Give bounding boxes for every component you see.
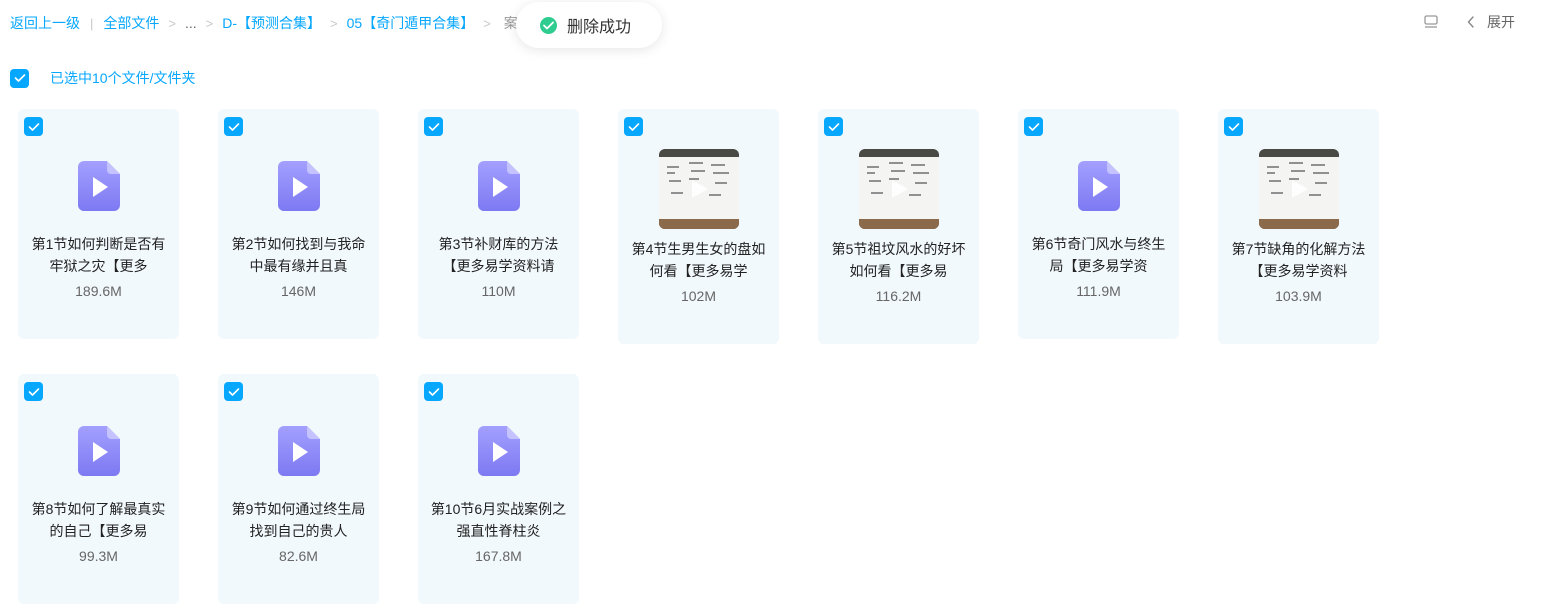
video-file-icon bbox=[478, 426, 520, 476]
file-card[interactable]: 第9节如何通过终生局找到自己的贵人 82.6M bbox=[218, 374, 379, 604]
breadcrumb-level1[interactable]: D-【预测合集】 bbox=[222, 13, 321, 33]
file-checkbox[interactable] bbox=[1224, 117, 1243, 136]
file-size: 99.3M bbox=[79, 548, 118, 564]
file-checkbox[interactable] bbox=[24, 382, 43, 401]
file-size: 103.9M bbox=[1275, 288, 1322, 304]
breadcrumb: 返回上一级 | 全部文件 > ... > D-【预测合集】 > 05【奇门遁甲合… bbox=[10, 13, 529, 33]
file-checkbox[interactable] bbox=[224, 117, 243, 136]
file-checkbox[interactable] bbox=[824, 117, 843, 136]
video-file-icon bbox=[78, 426, 120, 476]
file-name: 第5节祖坟风水的好坏如何看【更多易 bbox=[831, 241, 966, 279]
file-checkbox[interactable] bbox=[24, 117, 43, 136]
selection-count-text: 已选中10个文件/文件夹 bbox=[50, 70, 196, 86]
breadcrumb-level2[interactable]: 05【奇门遁甲合集】 bbox=[347, 13, 475, 33]
file-size: 110M bbox=[481, 283, 516, 299]
file-size: 189.6M bbox=[75, 283, 122, 299]
file-name: 第2节如何找到与我命中最有缘并且真 bbox=[231, 236, 366, 274]
file-checkbox[interactable] bbox=[424, 117, 443, 136]
file-name: 第10节6月实战案例之强直性脊柱炎 bbox=[430, 501, 567, 539]
breadcrumb-chevron-icon: > bbox=[483, 15, 491, 31]
success-check-icon bbox=[540, 16, 557, 34]
file-size: 167.8M bbox=[475, 548, 522, 564]
file-name: 第4节生男生女的盘如何看【更多易学 bbox=[631, 241, 766, 279]
file-card[interactable]: 第5节祖坟风水的好坏如何看【更多易 116.2M bbox=[818, 109, 979, 344]
breadcrumb-all-files[interactable]: 全部文件 bbox=[103, 13, 159, 33]
file-size: 111.9M bbox=[1076, 283, 1121, 299]
video-file-icon bbox=[78, 161, 120, 211]
file-card[interactable]: 第3节补财库的方法【更多易学资料请 110M bbox=[418, 109, 579, 339]
expand-label: 展开 bbox=[1487, 14, 1515, 30]
chevron-left-icon bbox=[1467, 16, 1475, 28]
expand-button[interactable]: 展开 bbox=[1467, 12, 1515, 32]
file-size: 82.6M bbox=[279, 548, 318, 564]
file-card[interactable]: 第8节如何了解最真实的自己【更多易 99.3M bbox=[18, 374, 179, 604]
file-size: 146M bbox=[280, 283, 317, 299]
video-file-icon bbox=[1078, 161, 1120, 211]
select-all-checkbox[interactable] bbox=[10, 68, 29, 88]
breadcrumb-chevron-icon: > bbox=[168, 15, 176, 31]
file-name: 第9节如何通过终生局找到自己的贵人 bbox=[231, 501, 366, 539]
selection-bar: 已选中10个文件/文件夹 bbox=[10, 68, 195, 88]
file-card[interactable]: 第2节如何找到与我命中最有缘并且真 146M bbox=[218, 109, 379, 339]
file-checkbox[interactable] bbox=[424, 382, 443, 401]
video-thumbnail bbox=[859, 149, 939, 229]
file-name: 第1节如何判断是否有牢狱之灾【更多 bbox=[31, 236, 166, 274]
top-bar: 返回上一级 | 全部文件 > ... > D-【预测合集】 > 05【奇门遁甲合… bbox=[0, 0, 1549, 48]
file-card[interactable]: 第1节如何判断是否有牢狱之灾【更多 189.6M bbox=[18, 109, 179, 339]
breadcrumb-divider: | bbox=[90, 15, 94, 31]
file-card[interactable]: 第7节缺角的化解方法【更多易学资料 103.9M bbox=[1218, 109, 1379, 344]
video-file-icon bbox=[478, 161, 520, 211]
breadcrumb-chevron-icon: > bbox=[330, 15, 338, 31]
video-thumbnail bbox=[1259, 149, 1339, 229]
file-card[interactable]: 第4节生男生女的盘如何看【更多易学 102M bbox=[618, 109, 779, 344]
file-name: 第8节如何了解最真实的自己【更多易 bbox=[31, 501, 166, 539]
breadcrumb-ellipsis[interactable]: ... bbox=[185, 15, 197, 31]
file-size: 102M bbox=[680, 288, 717, 304]
list-view-icon[interactable] bbox=[1423, 14, 1439, 30]
video-thumbnail bbox=[659, 149, 739, 229]
file-checkbox[interactable] bbox=[224, 382, 243, 401]
file-card[interactable]: 第10节6月实战案例之强直性脊柱炎 167.8M bbox=[418, 374, 579, 604]
file-name: 第3节补财库的方法【更多易学资料请 bbox=[438, 236, 559, 274]
file-card[interactable]: 第6节奇门风水与终生局【更多易学资 111.9M bbox=[1018, 109, 1179, 339]
toast-text: 删除成功 bbox=[567, 19, 632, 36]
file-checkbox[interactable] bbox=[624, 117, 643, 136]
toast-notification: 删除成功 bbox=[516, 2, 662, 48]
back-link[interactable]: 返回上一级 bbox=[10, 13, 80, 33]
video-file-icon bbox=[278, 426, 320, 476]
file-name: 第6节奇门风水与终生局【更多易学资 bbox=[1031, 236, 1166, 274]
file-checkbox[interactable] bbox=[1024, 117, 1043, 136]
file-size: 116.2M bbox=[875, 288, 922, 304]
right-toolbar: 展开 bbox=[1423, 12, 1515, 32]
breadcrumb-chevron-icon: > bbox=[205, 15, 214, 31]
video-file-icon bbox=[278, 161, 320, 211]
file-name: 第7节缺角的化解方法【更多易学资料 bbox=[1231, 241, 1366, 279]
